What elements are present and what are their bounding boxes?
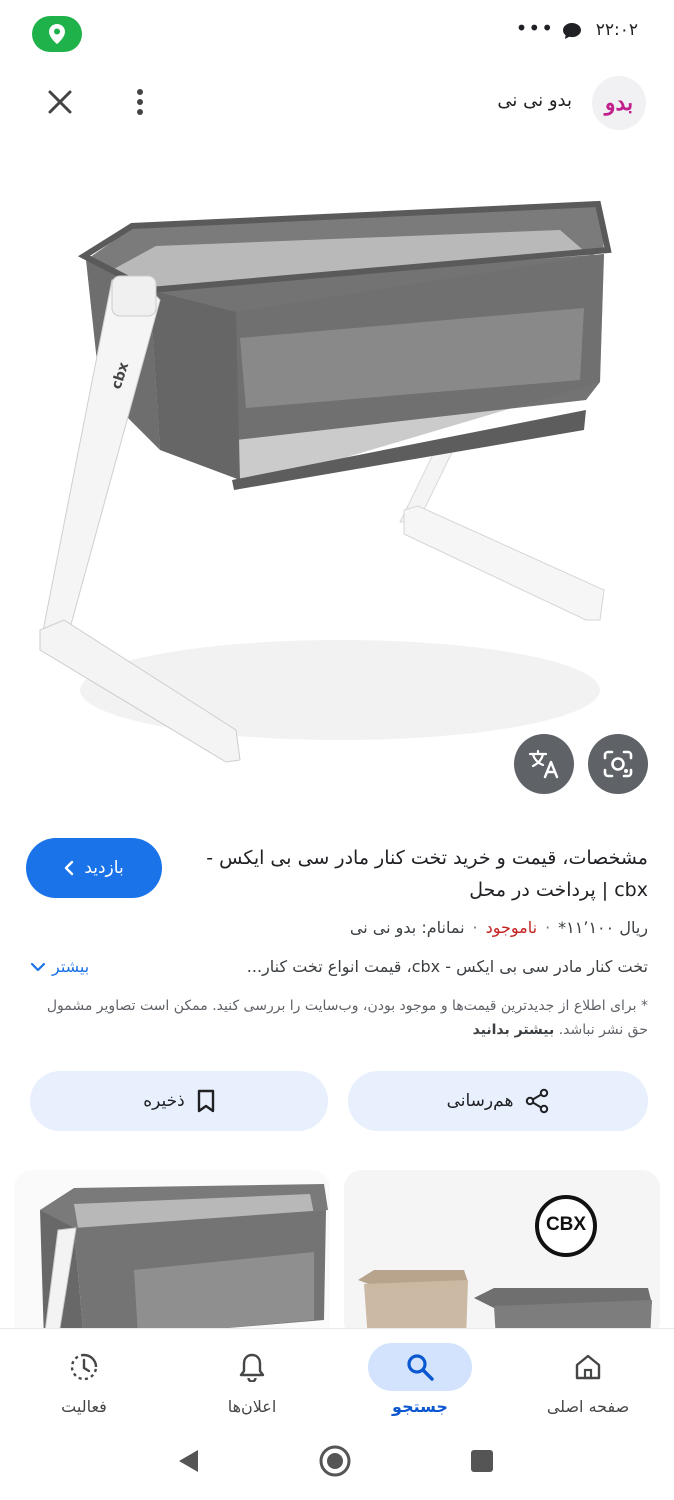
home-icon (575, 1354, 601, 1380)
chevron-down-icon (30, 962, 46, 971)
share-icon (526, 1088, 549, 1114)
product-meta: ریال ۱۱٬۱۰۰*·ناموجود·نمانام: بدو نی نی (349, 918, 648, 937)
bookmark-icon (197, 1089, 214, 1113)
nav-search[interactable]: جستجو (336, 1329, 504, 1431)
price: ریال ۱۱٬۱۰۰* (558, 918, 648, 937)
more-options-button[interactable] (118, 80, 162, 124)
status-time: ۲۲:۰۲ (595, 20, 638, 40)
visit-button[interactable]: بازدید (26, 838, 162, 898)
product-image[interactable]: cbx (0, 150, 674, 810)
chevron-left-icon (65, 860, 74, 876)
bottom-navigation: صفحه اصلی جستجو اعلان‌ها فعالیت (0, 1328, 674, 1430)
site-name: بدو نی نی (497, 90, 572, 111)
share-label: هم‌رسانی (446, 1091, 514, 1111)
nav-home-icon-wrap (536, 1343, 640, 1391)
result-header: بدو نی نی بدو (0, 66, 674, 138)
lens-button[interactable] (588, 734, 648, 794)
product-title[interactable]: مشخصات، قیمت و خرید تخت کنار مادر سی بی … (188, 842, 648, 906)
system-navigation-bar (0, 1430, 674, 1500)
activity-icon (70, 1353, 98, 1381)
save-button[interactable]: ذخیره (30, 1071, 328, 1131)
availability-status: ناموجود (485, 918, 538, 937)
learn-more-link[interactable]: بیشتر بدانید (473, 1022, 555, 1038)
related-result-card[interactable]: CBX (344, 1170, 660, 1340)
share-button[interactable]: هم‌رسانی (348, 1071, 648, 1131)
location-indicator[interactable] (32, 16, 82, 52)
back-icon[interactable] (176, 1448, 200, 1474)
close-button[interactable] (38, 80, 82, 124)
nav-notifications-icon-wrap (200, 1343, 304, 1391)
more-button[interactable]: بیشتر (30, 957, 89, 976)
nav-activity[interactable]: فعالیت (0, 1329, 168, 1431)
nav-notifications-label: اعلان‌ها (227, 1397, 277, 1416)
site-logo: بدو (592, 76, 646, 130)
nav-home-label: صفحه اصلی (546, 1397, 630, 1416)
status-bar: ••• ۲۲:۰۲ (0, 0, 674, 66)
translate-icon (528, 749, 559, 779)
nav-search-label: جستجو (392, 1397, 448, 1416)
recents-icon[interactable] (470, 1449, 494, 1473)
google-lens-icon (603, 750, 633, 778)
related-product-image (358, 1270, 652, 1340)
site-logo-text: بدو (604, 90, 634, 116)
location-pin-icon (49, 24, 65, 44)
related-product-image (40, 1184, 328, 1340)
chat-bubble-icon (563, 23, 581, 39)
translate-button[interactable] (514, 734, 574, 794)
close-icon (48, 90, 72, 114)
product-snippet: تخت کنار مادر سی بی ایکس - cbx، قیمت انو… (246, 957, 648, 976)
price-disclaimer: * برای اطلاع از جدیدترین قیمت‌ها و موجود… (26, 994, 648, 1042)
related-result-card[interactable] (14, 1170, 330, 1340)
home-circle-icon[interactable] (318, 1444, 352, 1478)
disclaimer-text: * برای اطلاع از جدیدترین قیمت‌ها و موجود… (46, 998, 648, 1038)
search-icon (407, 1354, 434, 1381)
nav-notifications[interactable]: اعلان‌ها (168, 1329, 336, 1431)
more-vert-icon (137, 89, 143, 115)
visit-label: بازدید (84, 858, 124, 878)
nav-home[interactable]: صفحه اصلی (504, 1329, 672, 1431)
brand-label: نمانام: بدو نی نی (349, 918, 465, 937)
more-label: بیشتر (52, 957, 90, 976)
nav-search-icon-wrap (368, 1343, 472, 1391)
bell-icon (239, 1353, 265, 1382)
save-label: ذخیره (143, 1091, 185, 1111)
nav-activity-label: فعالیت (61, 1397, 107, 1416)
nav-activity-icon-wrap (32, 1343, 136, 1391)
status-more-dots: ••• (515, 16, 554, 40)
